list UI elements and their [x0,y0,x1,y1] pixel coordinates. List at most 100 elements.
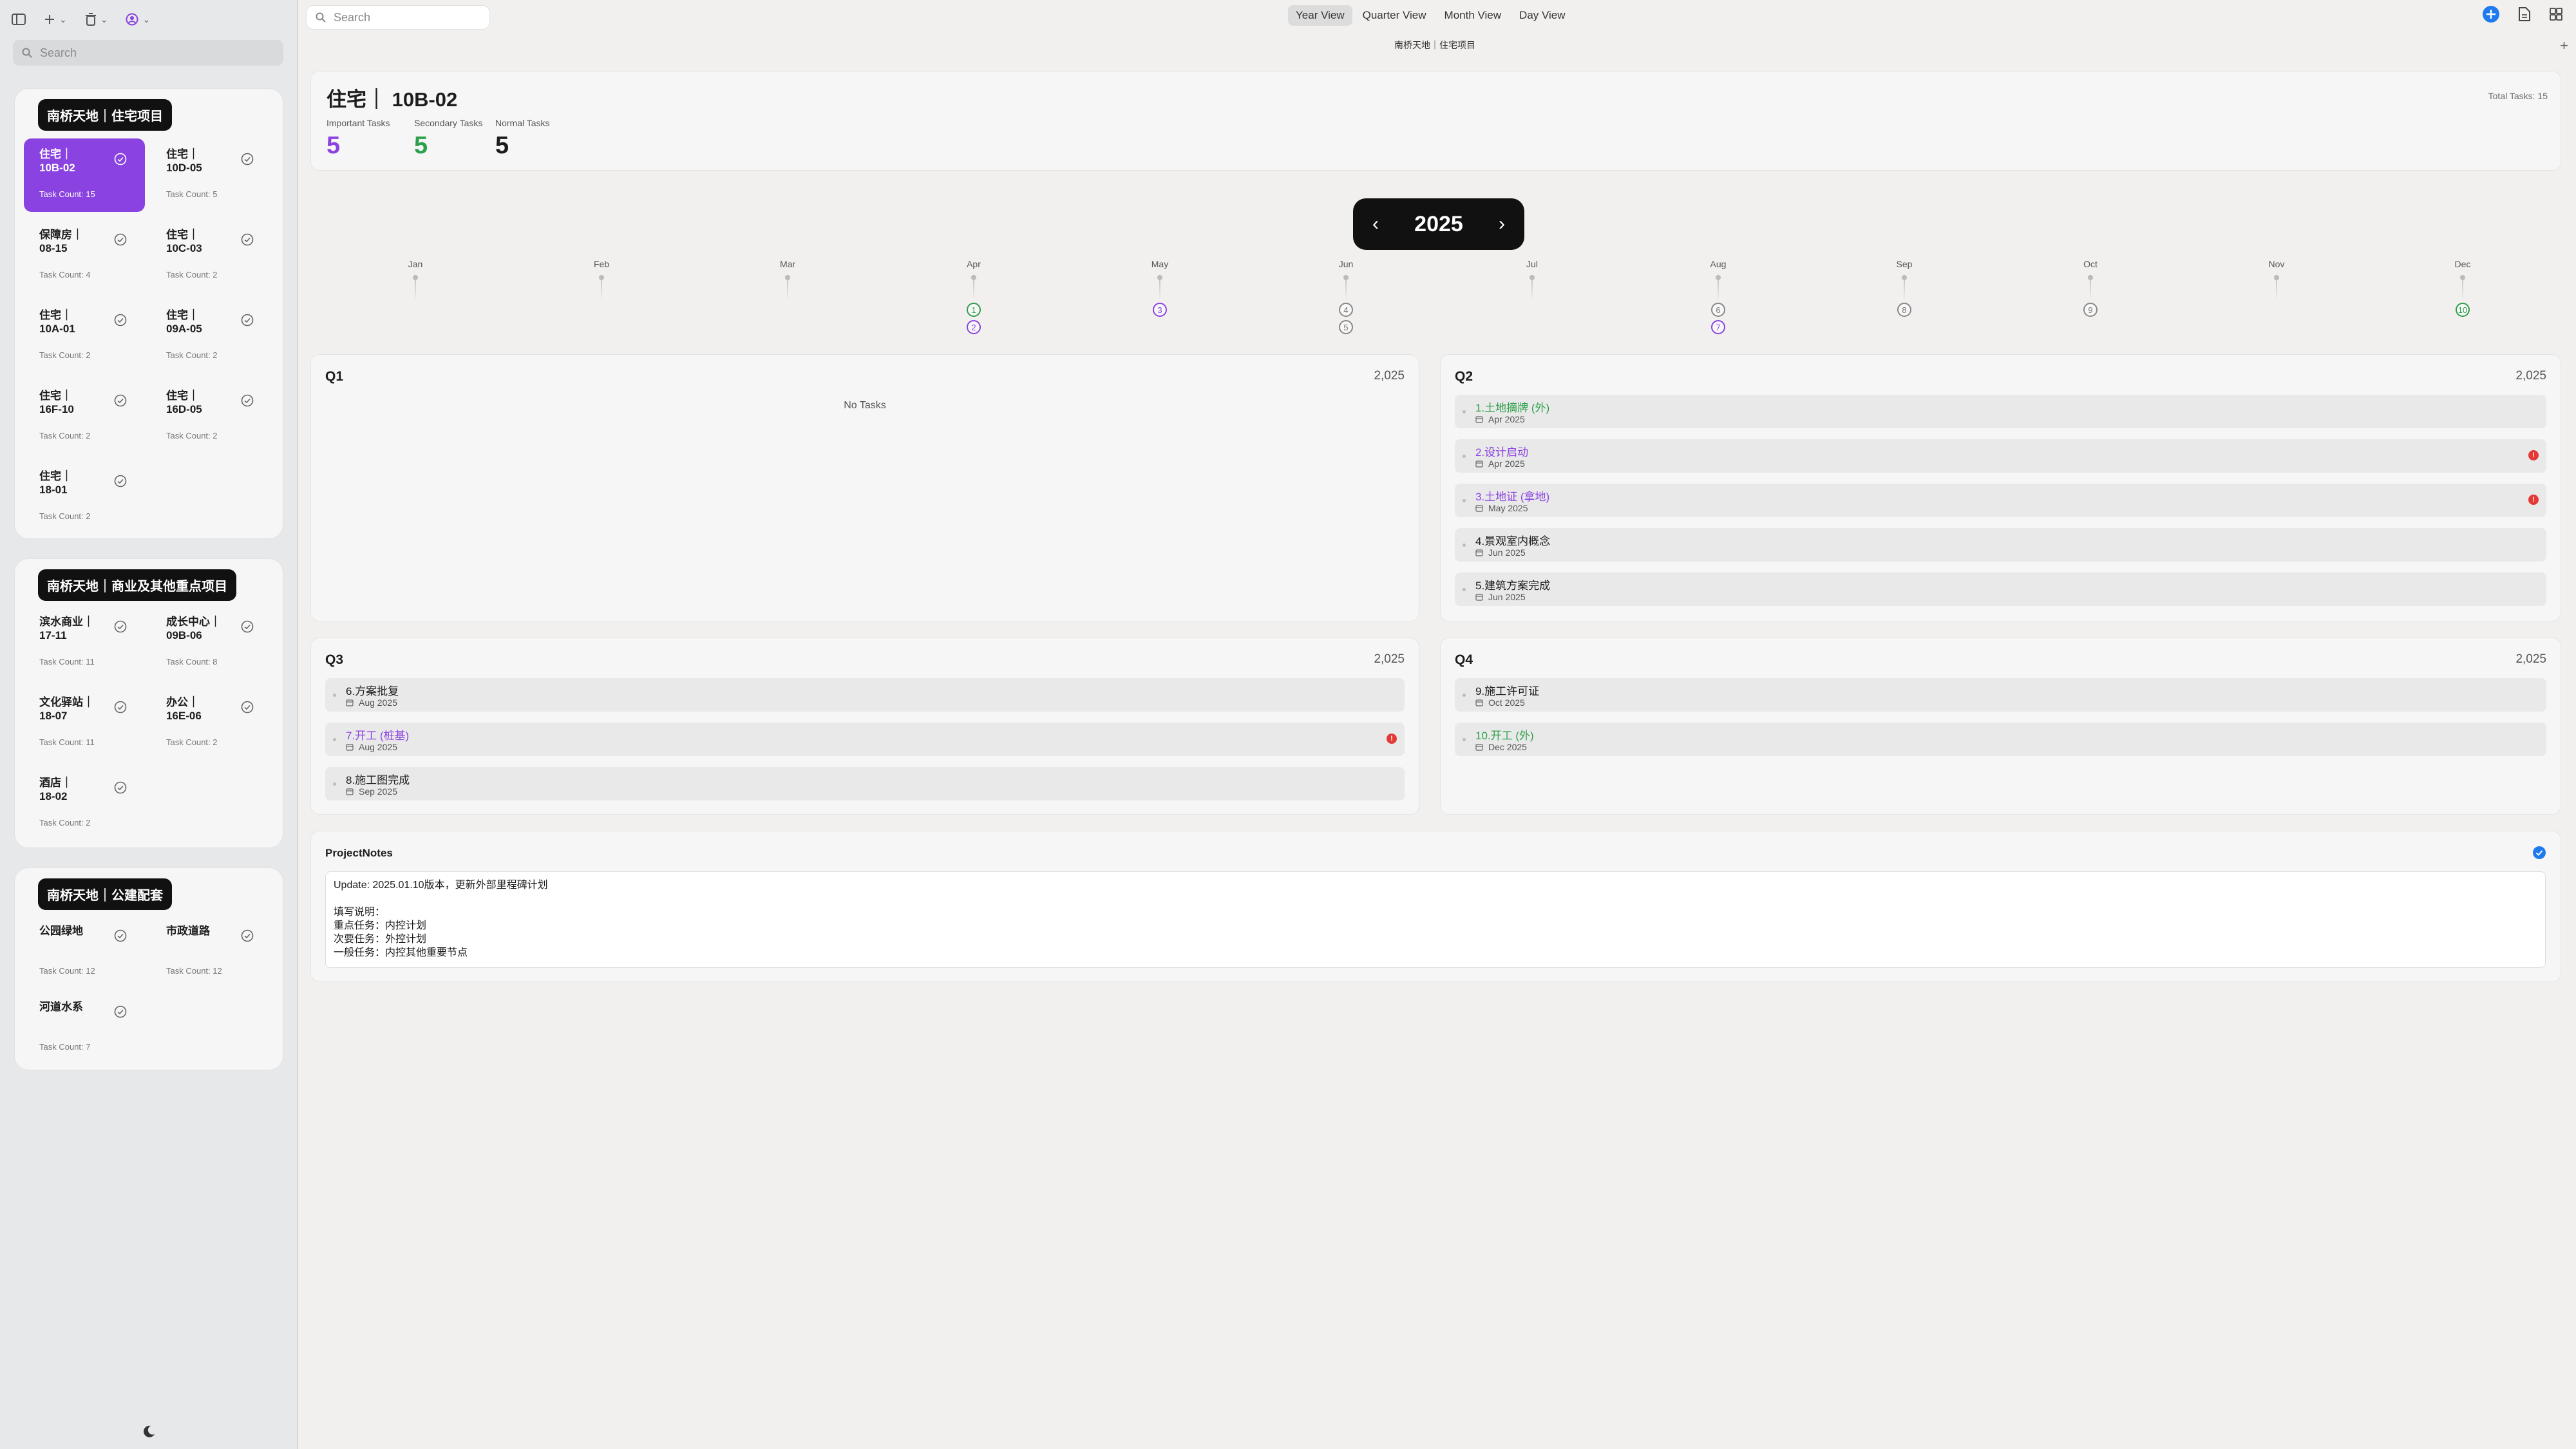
checkmark-circle-icon[interactable] [241,233,254,246]
project-card[interactable]: 住宅｜ 16D-05 Task Count: 2 [151,380,272,453]
timeline-task-marker[interactable]: 7 [1711,320,1725,334]
checkmark-circle-icon[interactable] [114,233,127,246]
quarter-panel-q3: Q3 2,025 6.方案批复 Aug 2025 7.开工 (桩基) Aug 2025… [310,638,1419,815]
timeline-task-marker[interactable]: 9 [2083,303,2098,317]
task-name: 9.施工许可证 [1475,685,1540,697]
calendar-icon [1475,460,1483,468]
sidebar-toggle-icon[interactable] [12,14,26,25]
checkmark-circle-icon[interactable] [241,929,254,942]
delete-menu-button[interactable]: ⌄ [85,13,108,26]
project-card[interactable]: 市政道路 Task Count: 12 [151,915,272,989]
timeline-task-marker[interactable]: 1 [967,303,981,317]
timeline-task-marker[interactable]: 5 [1339,320,1353,334]
project-card[interactable]: 住宅｜ 10A-01 Task Count: 2 [24,299,145,373]
month-label: Oct [2083,259,2098,269]
stat-value: 5 [414,132,428,159]
task-row[interactable]: 6.方案批复 Aug 2025 [325,678,1405,712]
checkmark-circle-icon[interactable] [114,153,127,166]
quarter-year: 2,025 [1374,652,1405,666]
add-panel-icon[interactable]: + [2560,37,2568,54]
main-content: Search Year View Quarter View Month View… [299,0,2576,1449]
task-date-text: Aug 2025 [359,742,397,752]
task-row[interactable]: 4.景观室内概念 Jun 2025 [1455,528,2546,562]
month-label: Nov [2268,259,2285,269]
checkmark-circle-icon[interactable] [114,781,127,794]
month-dot [2460,275,2465,280]
project-card[interactable]: 酒店｜ 18-02 Task Count: 2 [24,767,145,840]
checkmark-circle-icon[interactable] [241,153,254,166]
project-card[interactable]: 公园绿地 Task Count: 12 [24,915,145,989]
tab-quarter-view[interactable]: Quarter View [1355,5,1434,26]
task-row[interactable]: 9.施工许可证 Oct 2025 [1455,678,2546,712]
timeline-task-marker[interactable]: 4 [1339,303,1353,317]
project-card[interactable]: 住宅｜ 16F-10 Task Count: 2 [24,380,145,453]
alert-icon: ! [1387,734,1397,744]
empty-state: No Tasks [844,400,886,411]
task-row[interactable]: 5.建筑方案完成 Jun 2025 [1455,573,2546,606]
add-task-icon[interactable] [2482,5,2500,23]
project-card[interactable]: 文化驿站｜ 18-07 Task Count: 11 [24,687,145,760]
task-row[interactable]: 10.开工 (外) Dec 2025 [1455,723,2546,756]
search-input[interactable]: Search [306,5,490,30]
grid-layout-icon[interactable] [2549,7,2563,21]
checkmark-circle-icon[interactable] [114,620,127,633]
project-card[interactable]: 住宅｜ 10D-05 Task Count: 5 [151,138,272,212]
checkmark-circle-icon[interactable] [241,701,254,714]
add-menu-button[interactable]: ⌄ [44,14,67,25]
project-card[interactable]: 成长中心｜ 09B-06 Task Count: 8 [151,606,272,679]
timeline-task-marker[interactable]: 10 [2456,303,2470,317]
project-card[interactable]: 住宅｜ 10B-02 Task Count: 15 [24,138,145,212]
project-card[interactable]: 河道水系 Task Count: 7 [24,991,145,1065]
tab-day-view[interactable]: Day View [1511,5,1573,26]
checkmark-circle-icon[interactable] [114,701,127,714]
task-row[interactable]: 1.土地摘牌 (外) Apr 2025 [1455,395,2546,428]
calendar-icon [1475,699,1483,706]
task-row[interactable]: 2.设计启动 Apr 2025! [1455,439,2546,473]
project-card-name: 保障房｜ 08-15 [39,229,83,254]
checkmark-circle-icon[interactable] [241,314,254,327]
project-card[interactable]: 住宅｜ 09A-05 Task Count: 2 [151,299,272,373]
chevron-right-icon[interactable]: › [1499,213,1505,235]
project-card-count: Task Count: 11 [39,657,95,667]
project-card-count: Task Count: 15 [39,189,95,199]
checkmark-circle-icon[interactable] [114,1005,127,1018]
timeline-task-marker[interactable]: 2 [967,320,981,334]
checkmark-circle-icon[interactable] [114,314,127,327]
project-header-card: 住宅｜ 10B-02 Total Tasks: 15 Important Tas… [310,71,2561,171]
month-label: May [1151,259,1169,269]
checkmark-circle-icon[interactable] [114,929,127,942]
checkmark-circle-icon[interactable] [2532,846,2546,860]
top-right-actions [2482,5,2563,23]
alert-icon: ! [2528,450,2539,460]
project-card[interactable]: 保障房｜ 08-15 Task Count: 4 [24,219,145,292]
project-card-name: 河道水系 [39,1001,83,1013]
task-row[interactable]: 8.施工图完成 Sep 2025 [325,767,1405,800]
calendar-icon [346,788,354,795]
moon-icon[interactable] [142,1425,156,1439]
tab-year-view[interactable]: Year View [1288,5,1352,26]
timeline-task-marker[interactable]: 8 [1897,303,1911,317]
notes-title: ProjectNotes [325,847,393,859]
checkmark-circle-icon[interactable] [114,394,127,407]
document-icon[interactable] [2518,6,2531,22]
task-name: 4.景观室内概念 [1475,535,1551,547]
tab-month-view[interactable]: Month View [1437,5,1510,26]
sidebar-search-input[interactable]: Search [13,40,283,66]
project-card[interactable]: 滨水商业｜ 17-11 Task Count: 11 [24,606,145,679]
checkmark-circle-icon[interactable] [241,394,254,407]
project-card[interactable]: 住宅｜ 18-01 Task Count: 2 [24,460,145,534]
chevron-left-icon[interactable]: ‹ [1372,213,1379,235]
project-card-name: 酒店｜ 18-02 [39,777,72,802]
timeline-task-marker[interactable]: 3 [1153,303,1167,317]
timeline-task-marker[interactable]: 6 [1711,303,1725,317]
checkmark-circle-icon[interactable] [114,475,127,488]
checkmark-circle-icon[interactable] [241,620,254,633]
task-row[interactable]: 7.开工 (桩基) Aug 2025! [325,723,1405,756]
task-name: 8.施工图完成 [346,774,410,786]
task-row[interactable]: 3.土地证 (拿地) May 2025! [1455,484,2546,517]
account-menu-button[interactable]: ⌄ [126,13,150,26]
project-card[interactable]: 办公｜ 16E-06 Task Count: 2 [151,687,272,760]
project-card[interactable]: 住宅｜ 10C-03 Task Count: 2 [151,219,272,292]
notes-textarea[interactable]: Update: 2025.01.10版本，更新外部里程碑计划 填写说明： 重点任… [325,871,2546,968]
task-bullet [1463,410,1466,413]
